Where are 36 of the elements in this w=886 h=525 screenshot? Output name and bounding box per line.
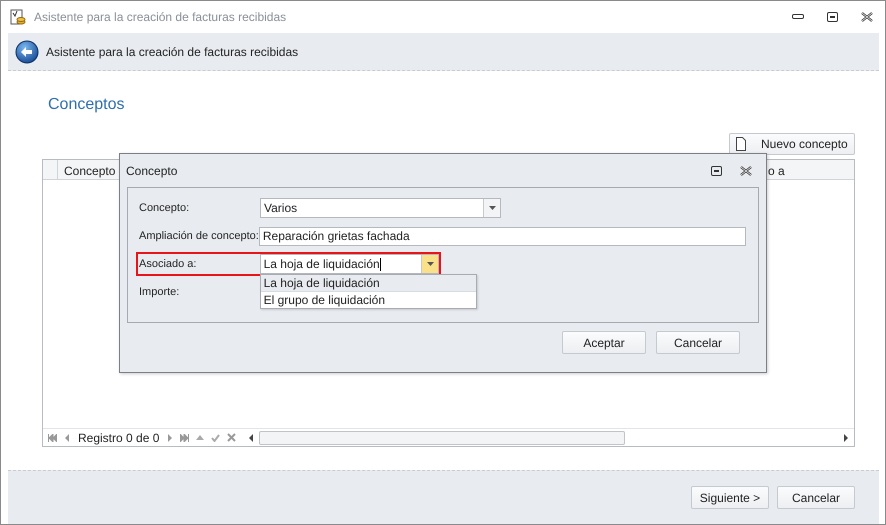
scroll-right-icon[interactable]: [844, 434, 849, 442]
next-record-icon[interactable]: [168, 434, 174, 442]
dropdown-arrow-icon[interactable]: [426, 262, 434, 266]
last-record-icon[interactable]: [180, 434, 190, 442]
new-concept-button[interactable]: Nuevo concepto: [729, 133, 855, 155]
next-button[interactable]: Siguiente >: [691, 486, 769, 509]
dialog-title: Concepto: [126, 164, 178, 178]
check-icon[interactable]: [211, 434, 220, 442]
field-label: Importe:: [138, 286, 180, 298]
close-icon[interactable]: [740, 166, 752, 176]
document-coins-icon: [10, 8, 26, 26]
field-label: Concepto:: [138, 202, 190, 214]
restore-icon[interactable]: [827, 12, 838, 22]
first-record-icon[interactable]: [48, 434, 57, 442]
field-label: Ampliación de concepto:: [138, 230, 259, 242]
previous-record-icon[interactable]: [64, 434, 69, 442]
window-title: Asistente para la creación de facturas recibidas: [34, 10, 286, 24]
minimize-icon[interactable]: [792, 14, 804, 20]
accept-button[interactable]: Aceptar: [562, 331, 646, 354]
cancel-button[interactable]: Cancelar: [777, 486, 855, 509]
record-counter: Registro 0 de 0: [78, 430, 160, 444]
input-field[interactable]: Reparación grietas fachada: [258, 226, 746, 246]
dropdown-option[interactable]: El grupo de liquidación: [260, 292, 476, 308]
dropdown-field[interactable]: Varios: [260, 198, 501, 218]
cancel-button[interactable]: Cancelar: [656, 331, 740, 354]
scroll-left-icon[interactable]: [248, 434, 254, 442]
column-header[interactable]: Concepto: [58, 160, 122, 179]
section-title: Conceptos: [48, 96, 126, 115]
dropdown-arrow-icon[interactable]: [488, 206, 496, 210]
dropdown-option[interactable]: La hoja de liquidación: [260, 275, 476, 292]
delete-icon[interactable]: [227, 433, 236, 442]
restore-icon[interactable]: [711, 166, 722, 176]
field-label: Asociado a:: [138, 258, 198, 270]
header-title: Asistente para la creación de facturas recibidas: [46, 44, 298, 58]
close-icon[interactable]: [861, 12, 873, 22]
document-icon: [736, 137, 746, 151]
